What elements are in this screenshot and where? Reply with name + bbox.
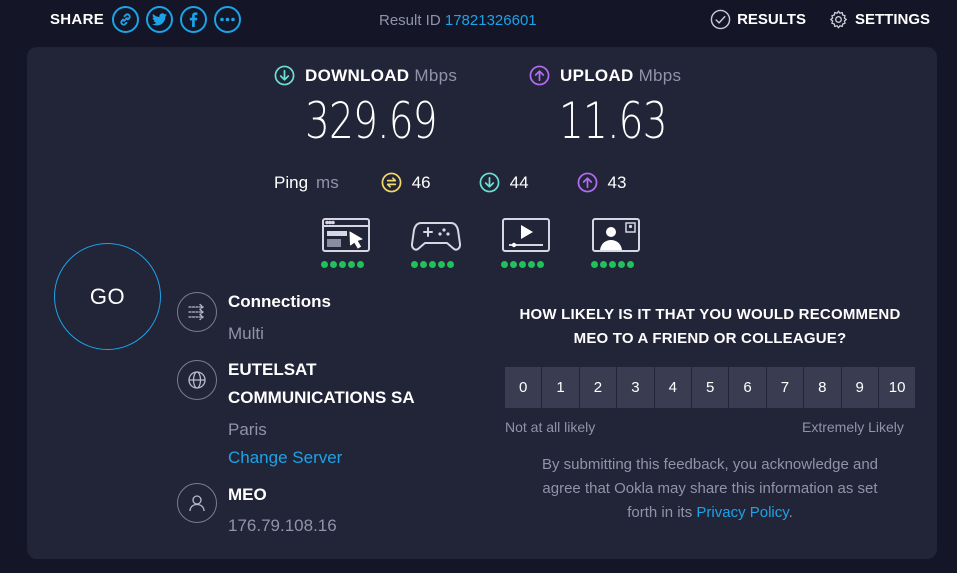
nps-option-9[interactable]: 9 [841,367,878,408]
upload-metric: UPLOAD Mbps 11.63 [529,65,697,150]
result-id-value[interactable]: 17821326601 [445,12,537,29]
download-value: 329.69 [305,92,438,150]
download-metric: DOWNLOAD Mbps 329.69 [274,65,474,150]
ping-idle-value: 46 [411,172,431,192]
go-button[interactable]: GO [54,243,161,350]
survey-question-line2: MEO TO A FRIEND OR COLLEAGUE? [573,330,847,347]
disclaimer-period: . [788,504,793,521]
survey-question-line1: HOW LIKELY IS IT THAT YOU WOULD RECOMMEN… [519,306,901,323]
disclaimer-line1: By submitting this feedback, you acknowl… [541,456,879,473]
upload-arrow-icon [529,65,550,86]
ping-upload-value: 43 [607,172,627,192]
ping-download-value: 44 [509,172,529,192]
facebook-icon [189,12,198,27]
disclaimer-line3-text: forth in its [627,504,697,521]
settings-label: SETTINGS [854,11,930,28]
globe-icon [177,360,217,400]
nps-scale: 0 1 2 3 4 5 6 7 8 9 10 [505,367,916,408]
more-icon [220,17,235,22]
share-group: SHARE [50,6,248,33]
isp-ip: 176.79.108.16 [228,516,337,535]
browsing-quality[interactable] [321,217,411,268]
download-label: DOWNLOAD [305,65,410,85]
twitter-icon [152,13,168,26]
results-label: RESULTS [737,11,806,28]
change-server-link[interactable]: Change Server [228,448,342,468]
ping-upload: 43 [577,172,627,193]
more-share-button[interactable] [214,6,242,33]
video-chat-quality[interactable] [591,217,681,268]
link-icon [120,13,131,26]
download-latency-icon [479,172,500,193]
nps-option-1[interactable]: 1 [542,367,579,408]
nps-option-3[interactable]: 3 [617,367,654,408]
nps-option-10[interactable]: 10 [878,367,916,408]
server-name-line2: COMMUNICATIONS SA [228,388,415,407]
nps-option-4[interactable]: 4 [654,367,691,408]
streaming-icon [502,218,550,252]
nps-option-5[interactable]: 5 [691,367,729,408]
link-share-button[interactable] [112,6,140,33]
nps-option-2[interactable]: 2 [579,367,617,408]
survey-disclaimer: By submitting this feedback, you acknowl… [505,453,915,525]
ping-download: 44 [479,172,529,193]
results-link[interactable]: RESULTS [710,9,806,30]
ping-label: Ping [274,172,309,192]
streaming-rating [501,261,546,268]
upload-header: UPLOAD Mbps [529,65,697,86]
download-arrow-icon [274,65,295,86]
isp-name: MEO [228,485,267,504]
gaming-rating [411,261,456,268]
server-location: Paris [228,420,267,439]
video-chat-rating [591,261,636,268]
nps-option-0[interactable]: 0 [505,367,542,408]
share-label: SHARE [50,11,105,28]
top-bar: SHARE Result ID 17821326601 RESULTS SETT… [0,0,957,44]
download-unit: Mbps [414,65,458,85]
ping-unit: ms [316,172,339,192]
privacy-policy-link[interactable]: Privacy Policy [696,504,788,521]
browsing-rating [321,261,366,268]
upload-label: UPLOAD [560,65,634,85]
nps-option-6[interactable]: 6 [729,367,766,408]
quality-icons [321,217,681,268]
server-name-line1: EUTELSAT [228,360,317,379]
check-circle-icon [710,9,731,30]
facebook-share-button[interactable] [180,6,208,33]
upload-latency-icon [577,172,597,193]
result-id-label: Result ID [379,12,441,29]
upload-value: 11.63 [559,92,668,150]
connections-value: Multi [228,324,264,343]
gear-icon [829,10,848,29]
ping-row: Ping ms 46 44 43 [274,172,674,193]
scale-low-label: Not at all likely [505,419,596,435]
connections-title: Connections [228,292,331,311]
disclaimer-line2: agree that Ookla may share this informat… [542,480,878,497]
survey-question: HOW LIKELY IS IT THAT YOU WOULD RECOMMEN… [505,303,915,351]
user-icon [177,483,217,523]
gaming-quality[interactable] [411,217,501,268]
settings-link[interactable]: SETTINGS [828,9,930,30]
connections-icon [177,292,217,332]
nps-option-8[interactable]: 8 [804,367,841,408]
gaming-icon [411,222,461,251]
idle-latency-icon [381,172,402,193]
result-id: Result ID 17821326601 [379,12,537,29]
streaming-quality[interactable] [501,217,591,268]
disclaimer-line3: forth in its Privacy Policy. [505,501,915,525]
scale-high-label: Extremely Likely [802,419,904,435]
upload-unit: Mbps [638,65,682,85]
download-header: DOWNLOAD Mbps [274,65,474,86]
nps-option-7[interactable]: 7 [766,367,804,408]
twitter-share-button[interactable] [146,6,174,33]
results-card: DOWNLOAD Mbps 329.69 UPLOAD Mbps 11.63 P… [27,47,937,559]
ping-idle: 46 [381,172,431,193]
browsing-icon [322,218,370,252]
top-nav: RESULTS SETTINGS [688,9,930,30]
video-chat-icon [592,218,640,252]
